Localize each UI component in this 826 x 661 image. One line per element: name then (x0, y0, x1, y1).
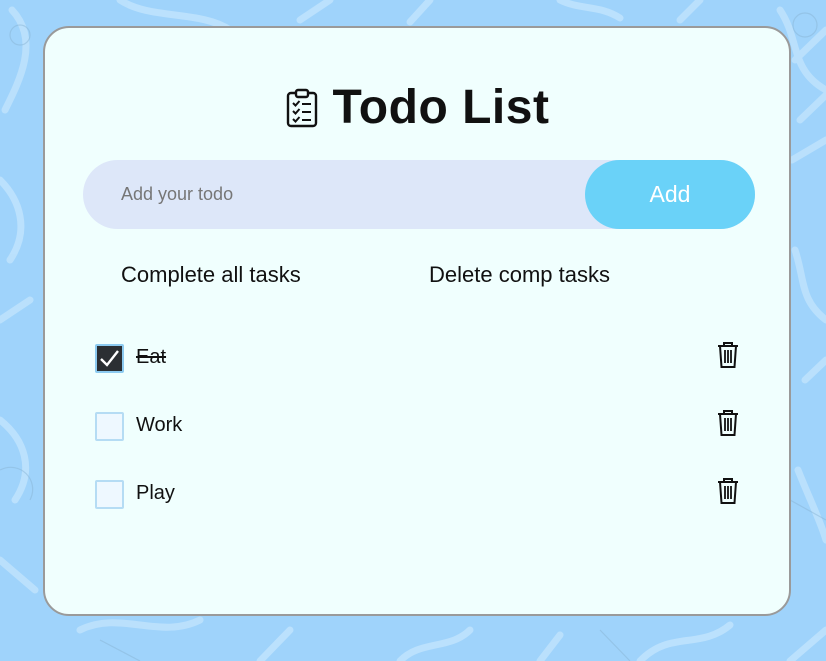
todo-item: Work (45, 408, 789, 444)
trash-icon[interactable] (716, 409, 740, 437)
todo-checkbox[interactable] (95, 412, 124, 441)
page-title: Todo List (332, 81, 550, 134)
todo-input-group: Add (83, 160, 755, 229)
complete-all-tasks-button[interactable]: Complete all tasks (121, 262, 301, 288)
trash-icon[interactable] (716, 341, 740, 369)
todo-item: Eat (45, 340, 789, 376)
todo-checkbox[interactable] (95, 480, 124, 509)
trash-icon[interactable] (716, 477, 740, 505)
clipboard-checklist-icon (285, 88, 319, 128)
bulk-actions: Complete all tasks Delete comp tasks (45, 262, 789, 292)
header: Todo List (45, 80, 789, 135)
todo-checkbox[interactable] (95, 344, 124, 373)
todo-item: Play (45, 476, 789, 512)
todo-input[interactable] (121, 160, 571, 229)
add-button[interactable]: Add (585, 160, 755, 229)
check-icon (100, 350, 119, 367)
delete-completed-tasks-button[interactable]: Delete comp tasks (429, 262, 610, 288)
todo-card: Todo List Add Complete all tasks Delete … (43, 26, 791, 616)
todo-label: Work (136, 414, 183, 436)
todo-label: Play (136, 482, 175, 504)
todo-label: Eat (136, 346, 167, 368)
